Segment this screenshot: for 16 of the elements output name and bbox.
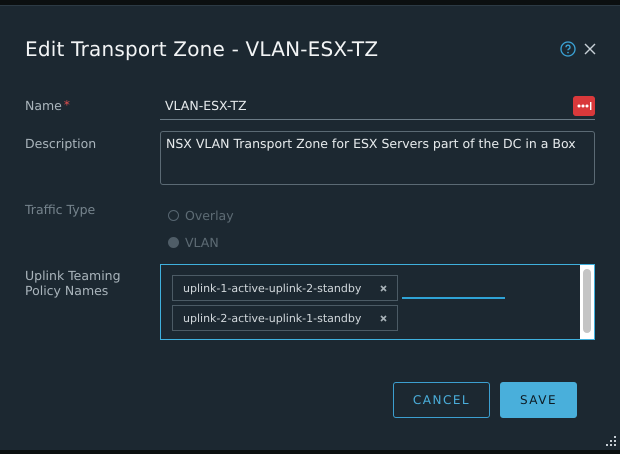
policy-tag[interactable]: uplink-1-active-uplink-2-standby — [172, 275, 398, 301]
dialog-title: Edit Transport Zone - VLAN-ESX-TZ — [25, 37, 378, 61]
policy-tag[interactable]: uplink-2-active-uplink-1-standby — [172, 305, 398, 331]
field-label: Uplink Teaming Policy Names — [25, 267, 122, 298]
name-field[interactable]: VLAN-ESX-TZ — [160, 92, 595, 120]
radio-label: VLAN — [185, 235, 219, 250]
field-label: Description — [25, 135, 98, 151]
save-button[interactable]: SAVE — [500, 382, 577, 418]
tag-input-field[interactable]: uplink-1-active-uplink-2-standby uplink-2-active-uplink-1-standby — [160, 264, 595, 340]
field-label: Traffic Type — [25, 202, 96, 217]
cancel-button[interactable]: CANCEL — [393, 382, 490, 418]
radio-label: Overlay — [185, 208, 234, 223]
field-value: VLAN-ESX-TZ — [165, 98, 247, 113]
description-field[interactable]: NSX VLAN Transport Zone for ESX Servers part of the DC in a Box — [160, 131, 595, 185]
required-mark: * — [64, 98, 70, 113]
field-label: Name — [25, 98, 62, 113]
